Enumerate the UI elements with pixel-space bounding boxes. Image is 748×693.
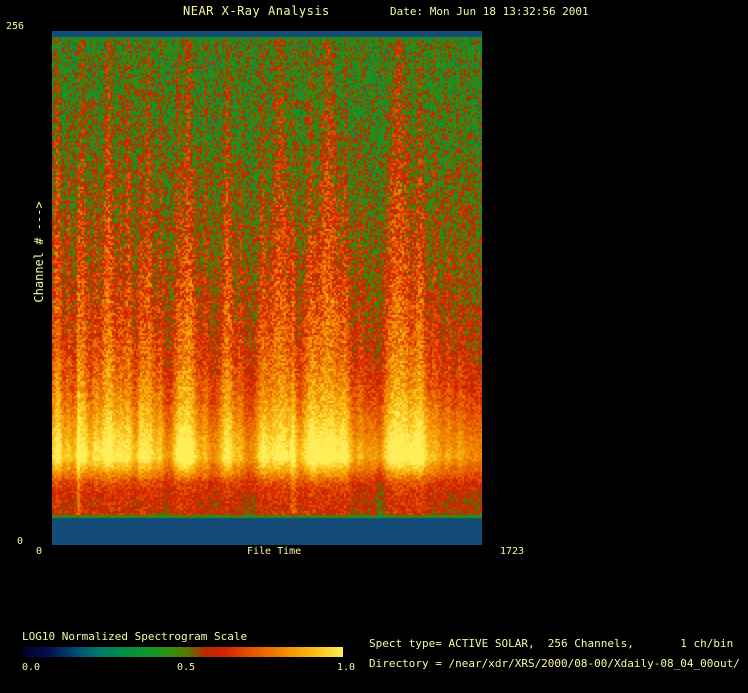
- x-axis-max-tick: 1723: [500, 546, 525, 557]
- spect-type-label: Spect type= ACTIVE SOLAR, 256 Channels, …: [369, 637, 734, 650]
- near-xray-analysis-window: NEAR X-Ray Analysis Date: Mon Jun 18 13:…: [0, 0, 748, 693]
- y-axis-max-tick: 256: [6, 21, 25, 32]
- colorbar-ticks: 0.0 0.5 1.0: [22, 662, 362, 676]
- page-title: NEAR X-Ray Analysis: [183, 4, 330, 18]
- y-axis-label: Channel # --->: [32, 201, 46, 303]
- y-axis-min-tick: 0: [17, 536, 24, 547]
- colorbar-title: LOG10 Normalized Spectrogram Scale: [22, 630, 248, 643]
- colorbar-tick-min: 0.0: [22, 662, 41, 673]
- x-axis-label: File Time: [247, 546, 302, 557]
- spectrogram-image: [52, 31, 482, 545]
- directory-label: Directory = /near/xdr/XRS/2000/08-00/Xda…: [369, 657, 740, 670]
- colorbar-gradient: [22, 647, 343, 657]
- date-label: Date: Mon Jun 18 13:32:56 2001: [390, 5, 589, 18]
- x-axis-min-tick: 0: [36, 546, 43, 557]
- colorbar-tick-mid: 0.5: [177, 662, 196, 673]
- colorbar-tick-max: 1.0: [337, 662, 356, 673]
